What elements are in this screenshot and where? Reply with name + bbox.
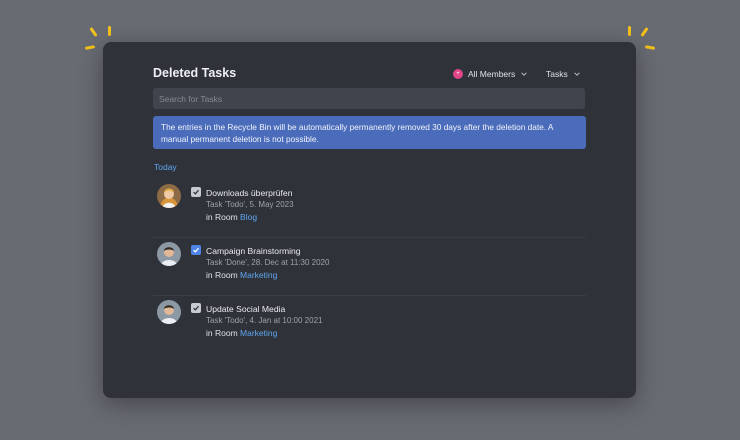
room-link-marketing[interactable]: Marketing: [240, 270, 277, 280]
list-item[interactable]: Campaign Brainstorming Task 'Done', 28. …: [153, 238, 586, 296]
page-title: Deleted Tasks: [153, 66, 237, 80]
task-meta: Task 'Todo', 5. May 2023: [206, 200, 294, 209]
avatar: [157, 184, 181, 208]
task-checkbox[interactable]: [191, 303, 201, 313]
member-badge-icon: +: [453, 69, 463, 79]
list-item[interactable]: Downloads überprüfen Task 'Todo', 5. May…: [153, 180, 586, 238]
members-filter-label: All Members: [468, 69, 516, 79]
task-room: in Room Blog: [206, 212, 257, 222]
deleted-tasks-panel: Deleted Tasks + All Members Tasks The en…: [103, 42, 636, 398]
room-prefix: in Room: [206, 212, 238, 222]
list-item[interactable]: Update Social Media Task 'Todo', 4. Jan …: [153, 296, 586, 354]
task-checkbox[interactable]: [191, 187, 201, 197]
avatar: [157, 242, 181, 266]
task-meta: Task 'Todo', 4. Jan at 10:00 2021: [206, 316, 323, 325]
task-name: Campaign Brainstorming: [206, 246, 301, 256]
check-icon: [193, 247, 200, 253]
check-icon: [193, 305, 200, 311]
room-prefix: in Room: [206, 328, 238, 338]
tasks-filter-label: Tasks: [546, 69, 568, 79]
room-link-blog[interactable]: Blog: [240, 212, 257, 222]
task-name: Update Social Media: [206, 304, 286, 314]
section-label-today: Today: [154, 162, 177, 172]
check-icon: [193, 189, 200, 195]
tasks-filter-dropdown[interactable]: Tasks: [546, 69, 581, 79]
task-name: Downloads überprüfen: [206, 188, 293, 198]
task-room: in Room Marketing: [206, 270, 277, 280]
avatar: [157, 300, 181, 324]
room-link-marketing[interactable]: Marketing: [240, 328, 277, 338]
task-room: in Room Marketing: [206, 328, 277, 338]
task-meta: Task 'Done', 28. Dec at 11:30 2020: [206, 258, 330, 267]
members-filter-dropdown[interactable]: + All Members: [453, 69, 528, 79]
chevron-down-icon: [573, 72, 580, 76]
chevron-down-icon: [521, 72, 527, 76]
task-checkbox[interactable]: [191, 245, 201, 255]
search-input[interactable]: [153, 88, 585, 109]
recycle-bin-notice: The entries in the Recycle Bin will be a…: [153, 116, 586, 149]
room-prefix: in Room: [206, 270, 238, 280]
